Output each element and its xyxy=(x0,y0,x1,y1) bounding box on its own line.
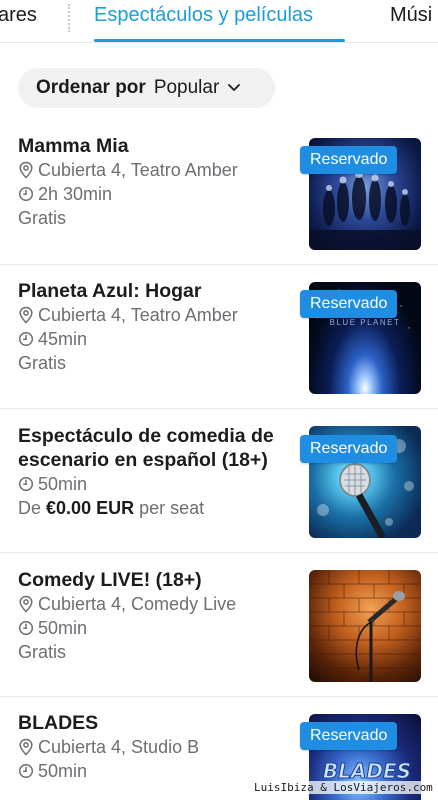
event-duration: 45min xyxy=(18,327,288,351)
event-location-text: Cubierta 4, Studio B xyxy=(38,737,200,757)
watermark: LuisIbiza & LosViajeros.com xyxy=(254,781,433,794)
event-info: Espectáculo de comedia de escenario en e… xyxy=(18,424,288,520)
event-info: Mamma Mia Cubierta 4, Teatro Amber 2h 30… xyxy=(18,134,288,230)
price-suffix: per seat xyxy=(139,498,205,518)
event-title: BLADES xyxy=(18,712,99,734)
tab-next[interactable]: Músi xyxy=(390,4,432,27)
reserved-badge: Reservado xyxy=(300,722,398,750)
chevron-down-icon xyxy=(228,84,241,91)
event-location-text: Cubierta 4, Comedy Live xyxy=(38,594,237,614)
event-title: Mamma Mia xyxy=(18,135,129,157)
event-duration-text: 50min xyxy=(38,761,88,781)
event-price: Gratis xyxy=(18,208,67,228)
location-pin-icon xyxy=(19,161,33,179)
price-amount: €0.00 EUR xyxy=(46,498,135,518)
location-pin-icon xyxy=(19,738,33,756)
event-duration-text: 50min xyxy=(38,618,88,638)
event-location-text: Cubierta 4, Teatro Amber xyxy=(38,160,238,180)
event-duration-text: 45min xyxy=(38,329,88,349)
category-tab-bar: ares Espectáculos y películas Músi xyxy=(0,0,438,43)
event-location-text: Cubierta 4, Teatro Amber xyxy=(38,305,238,325)
brick-wall-microphone-image xyxy=(309,570,421,682)
event-info: Comedy LIVE! (18+) Cubierta 4, Comedy Li… xyxy=(18,568,288,664)
event-duration: 50min xyxy=(18,616,288,640)
event-duration: 2h 30min xyxy=(18,182,288,206)
clock-icon xyxy=(18,620,34,636)
reserved-badge: Reservado xyxy=(300,290,398,318)
event-info: BLADES Cubierta 4, Studio B 50min xyxy=(18,711,288,783)
clock-icon xyxy=(18,186,34,202)
event-list-item[interactable]: Comedy LIVE! (18+) Cubierta 4, Comedy Li… xyxy=(0,553,438,697)
event-price: Gratis xyxy=(18,642,67,662)
location-pin-icon xyxy=(19,595,33,613)
event-duration-text: 50min xyxy=(38,474,88,494)
tab-divider xyxy=(68,4,70,32)
active-tab-indicator xyxy=(94,39,345,42)
event-title-line-2: escenario en español (18+) xyxy=(18,449,268,471)
event-title-line-1: Espectáculo de comedia de xyxy=(18,425,274,447)
event-thumbnail[interactable] xyxy=(309,570,421,682)
event-list-item[interactable]: Espectáculo de comedia de escenario en e… xyxy=(0,409,438,553)
reserved-badge: Reservado xyxy=(300,146,398,174)
tab-shows-and-movies[interactable]: Espectáculos y películas xyxy=(94,4,313,27)
clock-icon xyxy=(18,331,34,347)
event-title: Comedy LIVE! (18+) xyxy=(18,569,202,591)
event-location: Cubierta 4, Teatro Amber xyxy=(18,158,288,182)
event-location: Cubierta 4, Comedy Live xyxy=(18,592,288,616)
sort-value: Popular xyxy=(153,77,220,98)
clock-icon xyxy=(18,763,34,779)
image-title-text: BLADES xyxy=(323,759,411,783)
location-pin-icon xyxy=(19,306,33,324)
clock-icon xyxy=(18,476,34,492)
event-price: Gratis xyxy=(18,353,67,373)
sort-dropdown[interactable]: Ordenar por Popular xyxy=(18,68,275,108)
event-duration-text: 2h 30min xyxy=(38,184,113,204)
reserved-badge: Reservado xyxy=(300,435,398,463)
event-info: Planeta Azul: Hogar Cubierta 4, Teatro A… xyxy=(18,279,288,375)
event-location: Cubierta 4, Studio B xyxy=(18,735,288,759)
sort-label: Ordenar por xyxy=(36,77,146,98)
tab-previous[interactable]: ares xyxy=(0,4,37,27)
event-title: Planeta Azul: Hogar xyxy=(18,280,202,302)
event-duration: 50min xyxy=(18,759,288,783)
price-prefix: De xyxy=(18,498,42,518)
event-duration: 50min xyxy=(18,472,288,496)
event-price: De €0.00 EUR per seat xyxy=(18,496,288,520)
image-title-text: BLUE PLANET xyxy=(330,318,401,327)
event-list-item[interactable]: Planeta Azul: Hogar Cubierta 4, Teatro A… xyxy=(0,265,438,409)
event-location: Cubierta 4, Teatro Amber xyxy=(18,303,288,327)
event-list-item[interactable]: Mamma Mia Cubierta 4, Teatro Amber 2h 30… xyxy=(0,120,438,265)
